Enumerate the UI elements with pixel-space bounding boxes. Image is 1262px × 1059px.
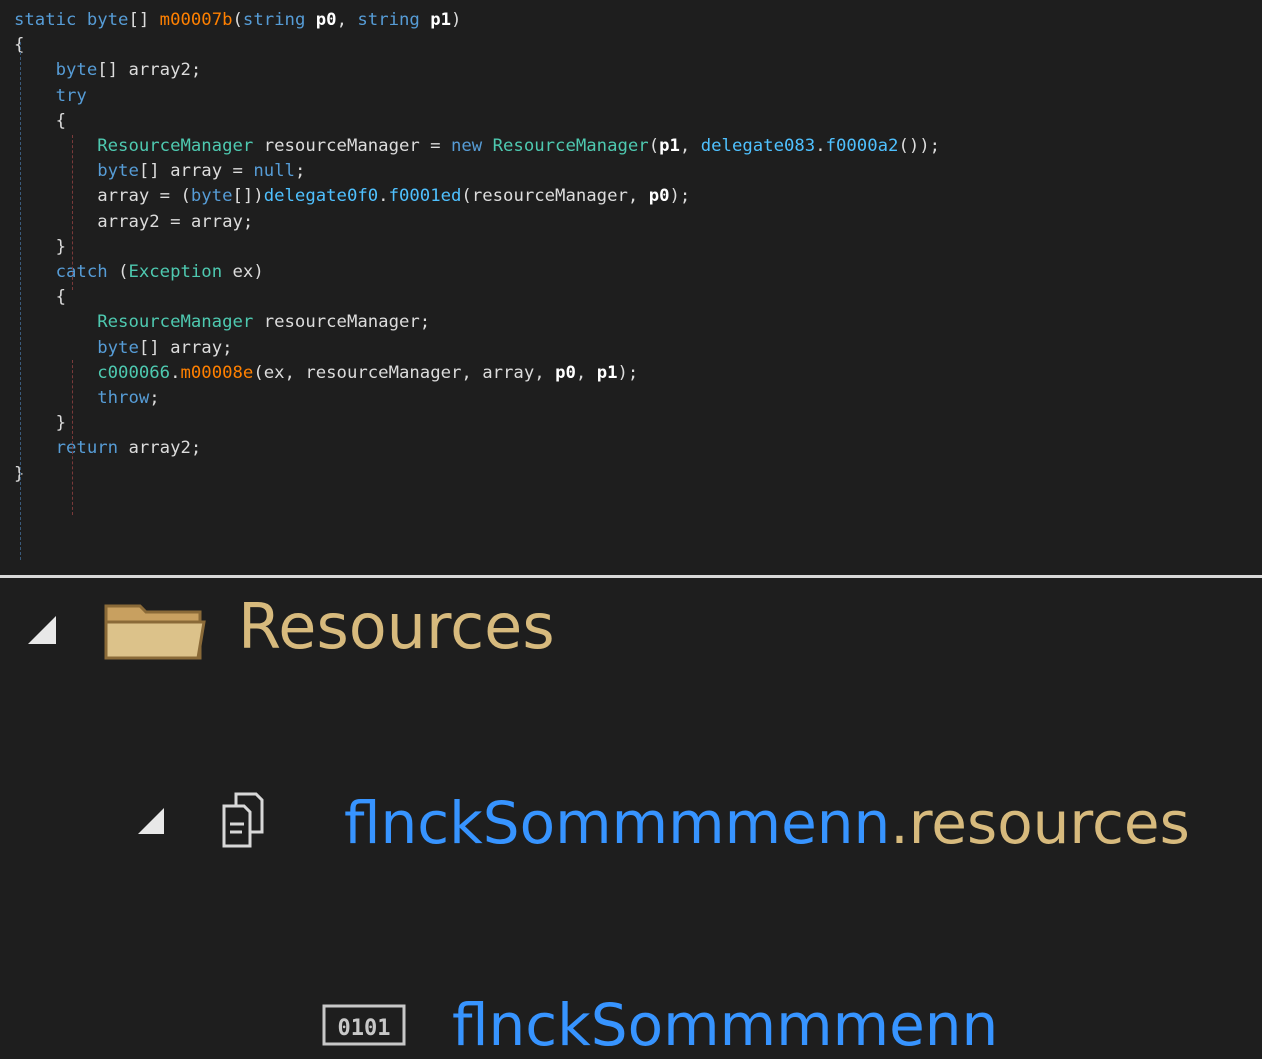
code-line: throw; (14, 386, 160, 411)
code-token: string (242, 10, 316, 30)
indent-guide (72, 135, 73, 290)
code-token: delegate083 (700, 136, 816, 156)
code-line: } (14, 411, 66, 436)
code-token: m00007b (159, 10, 233, 30)
code-token: p1 (430, 10, 452, 30)
code-token: static byte (14, 10, 129, 30)
code-token: Exception (128, 262, 223, 282)
code-token: ResourceManager (97, 312, 254, 333)
binary-icon: 0101 (322, 1004, 406, 1046)
code-token: new (451, 136, 493, 156)
code-token: ; (294, 161, 306, 182)
code-token: ); (669, 186, 691, 207)
code-token: ex) (222, 262, 264, 282)
code-token: { (14, 287, 67, 308)
code-token: resourceManager = (253, 136, 451, 156)
code-token: . (815, 136, 826, 156)
code-token: f0000a2 (825, 136, 899, 156)
folder-icon (104, 604, 206, 660)
code-token: , (575, 362, 597, 383)
code-line: { (14, 109, 66, 134)
code-token: } (14, 236, 67, 257)
code-token: catch (55, 262, 119, 282)
code-token: [] (128, 10, 160, 30)
code-token: p0 (555, 362, 576, 383)
code-token: p1 (659, 136, 680, 156)
code-token: } (14, 413, 67, 434)
indent-guide (72, 360, 73, 515)
code-line: { (14, 285, 66, 310)
code-token: array = ( (14, 186, 191, 207)
code-token: [] array; (138, 337, 233, 358)
code-line: try (14, 84, 87, 109)
code-token: p0 (315, 10, 337, 30)
code-token: ) (451, 10, 462, 30)
tree-node-binary[interactable]: 0101 flnckSommmmenn (0, 778, 1262, 1059)
code-line: byte[] array = null; (14, 159, 305, 184)
code-token: . (170, 362, 181, 383)
code-token: string (357, 10, 431, 30)
code-line: byte[] array; (14, 336, 233, 361)
code-token: ( (118, 262, 129, 282)
code-token: delegate0f0 (263, 186, 379, 207)
code-token: ResourceManager (492, 136, 649, 156)
code-token: . (378, 186, 389, 207)
tree-node-resources-file[interactable]: flnckSommmmenn.resources (0, 678, 1262, 857)
code-token: byte (55, 60, 98, 81)
code-token: { (14, 110, 67, 131)
code-token: try (55, 85, 87, 106)
code-token: []) (232, 186, 264, 207)
code-token: null (253, 161, 295, 182)
code-line: static byte[] m00007b(string p0, string … (14, 8, 461, 33)
code-token: ; (149, 388, 160, 408)
code-token: byte (190, 186, 233, 207)
code-line: } (14, 235, 66, 260)
code-token: [] array = (138, 161, 254, 182)
code-token: (ex, resourceManager, array, (253, 362, 556, 383)
code-token: ()); (898, 136, 941, 156)
code-token: f0001ed (388, 186, 462, 207)
tree-node-resources[interactable]: Resources (0, 578, 1262, 678)
indent-guide (20, 42, 21, 560)
code-token: resourceManager; (253, 312, 431, 333)
code-token: , (336, 10, 358, 30)
resource-tree: Resources flnckSommmmenn.resources 0101 … (0, 578, 1262, 1059)
code-token: array2; (118, 438, 202, 459)
code-line: array2 = array; (14, 210, 253, 235)
code-token: ResourceManager (97, 136, 254, 156)
code-line: return array2; (14, 436, 202, 461)
code-token: , (679, 136, 701, 156)
binary-label: flnckSommmmenn (452, 991, 999, 1059)
code-token: return (55, 438, 119, 459)
code-token: p1 (596, 362, 618, 383)
folder-label: Resources (238, 590, 555, 663)
code-line: array = (byte[])delegate0f0.f0001ed(reso… (14, 184, 690, 209)
code-token: byte (97, 161, 139, 182)
code-token: c000066 (97, 362, 171, 383)
code-line: ResourceManager resourceManager = new Re… (14, 134, 940, 159)
code-line: ResourceManager resourceManager; (14, 310, 430, 335)
code-token: throw (97, 388, 150, 408)
code-editor[interactable]: static byte[] m00007b(string p0, string … (0, 0, 1262, 574)
code-token: array2 = array; (14, 211, 254, 232)
svg-text:0101: 0101 (338, 1016, 391, 1041)
code-token: ); (617, 362, 639, 383)
code-token: m00008e (180, 362, 254, 383)
code-token: byte (97, 337, 139, 358)
code-token: p0 (648, 186, 670, 207)
expand-triangle-icon[interactable] (26, 614, 58, 646)
code-token: (resourceManager, (461, 186, 649, 207)
code-token: ( (648, 136, 660, 156)
code-line: byte[] array2; (14, 58, 202, 83)
code-token: ( (232, 10, 243, 30)
code-line: c000066.m00008e(ex, resourceManager, arr… (14, 361, 638, 386)
code-token: [] array2; (97, 60, 202, 81)
code-line: catch (Exception ex) (14, 260, 264, 285)
